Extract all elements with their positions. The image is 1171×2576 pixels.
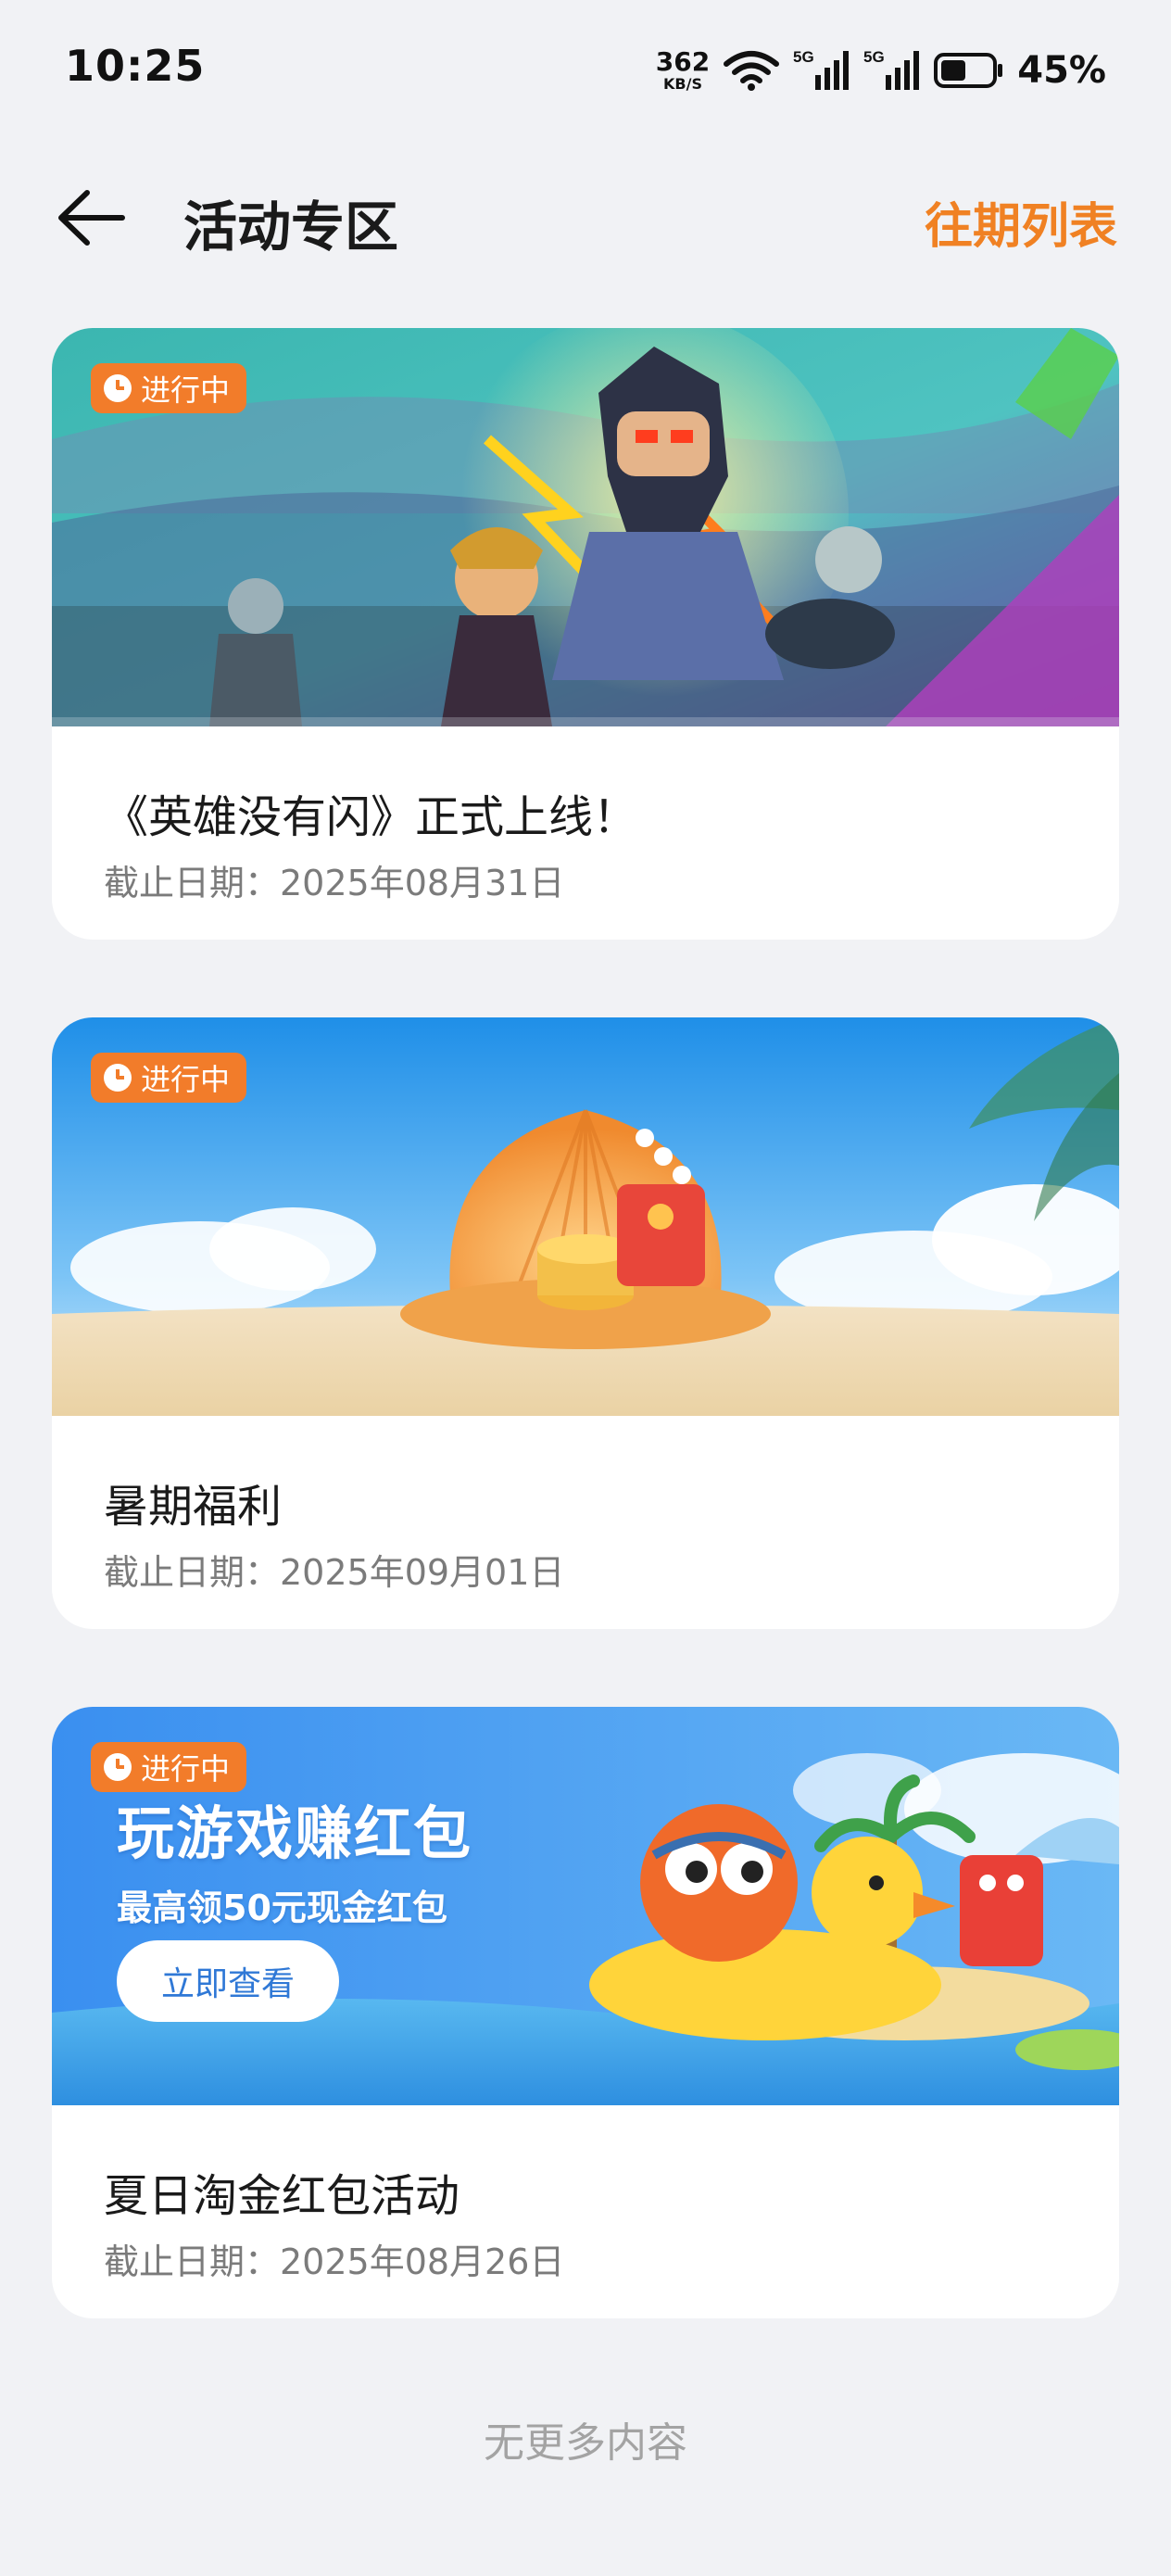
banner-promo-title: 玩游戏赚红包 (117, 1799, 473, 1867)
network-type-label: 5G (863, 48, 885, 66)
signal-icon: 5G (793, 47, 850, 94)
activity-deadline: 截止日期：2025年09月01日 (104, 1552, 565, 1593)
page-title: 活动专区 (183, 196, 399, 259)
activity-title: 暑期福利 (104, 1481, 283, 1533)
network-speed-value: 362 (655, 46, 711, 77)
battery-percentage: 45% (1017, 49, 1106, 92)
status-time: 10:25 (65, 41, 206, 91)
activity-title: 《英雄没有闪》正式上线！ (104, 791, 638, 843)
clock-icon (104, 1753, 132, 1781)
clock-icon (104, 374, 132, 402)
activity-deadline: 截止日期：2025年08月26日 (104, 2241, 565, 2282)
battery-icon (934, 52, 1004, 89)
no-more-content-text: 无更多内容 (484, 2419, 687, 2467)
activity-card[interactable]: 进行中 玩游戏赚红包 最高领50元现金红包 立即查看 夏日淘金红包活动 截止日期… (52, 1707, 1119, 2318)
wifi-icon (723, 49, 780, 92)
clock-icon (104, 1064, 132, 1092)
view-now-button[interactable]: 立即查看 (117, 1940, 339, 2022)
activity-banner-image: 进行中 玩游戏赚红包 最高领50元现金红包 立即查看 (52, 1707, 1119, 2105)
status-bar: 10:25 362 KB/S 5G 5G 45% (0, 0, 1171, 139)
signal-icon: 5G (863, 47, 921, 94)
activity-banner-image: 进行中 (52, 328, 1119, 726)
activity-deadline: 截止日期：2025年08月31日 (104, 863, 565, 903)
status-badge: 进行中 (91, 1742, 247, 1792)
status-badge-label: 进行中 (141, 1751, 231, 1787)
status-badge: 进行中 (91, 1053, 247, 1103)
status-badge: 进行中 (91, 363, 247, 413)
activity-title: 夏日淘金红包活动 (104, 2170, 460, 2222)
banner-promo-text: 玩游戏赚红包 最高领50元现金红包 (117, 1787, 472, 1930)
activity-banner-image: 进行中 (52, 1017, 1119, 1416)
status-badge-label: 进行中 (141, 373, 231, 408)
back-arrow-icon[interactable] (56, 187, 126, 248)
page-header: 活动专区 往期列表 (0, 167, 1171, 269)
network-speed-unit: KB/S (663, 75, 702, 93)
status-badge-label: 进行中 (141, 1062, 231, 1097)
activity-card[interactable]: 进行中 《英雄没有闪》正式上线！ 截止日期：2025年08月31日 (52, 328, 1119, 940)
history-list-link[interactable]: 往期列表 (925, 187, 1117, 257)
network-speed: 362 KB/S (656, 49, 710, 92)
activity-card[interactable]: 进行中 暑期福利 截止日期：2025年09月01日 (52, 1017, 1119, 1629)
banner-promo-subtitle: 最高领50元现金红包 (117, 1888, 447, 1928)
status-icons: 362 KB/S 5G 5G 45% (656, 43, 1106, 98)
network-type-label: 5G (793, 48, 814, 66)
